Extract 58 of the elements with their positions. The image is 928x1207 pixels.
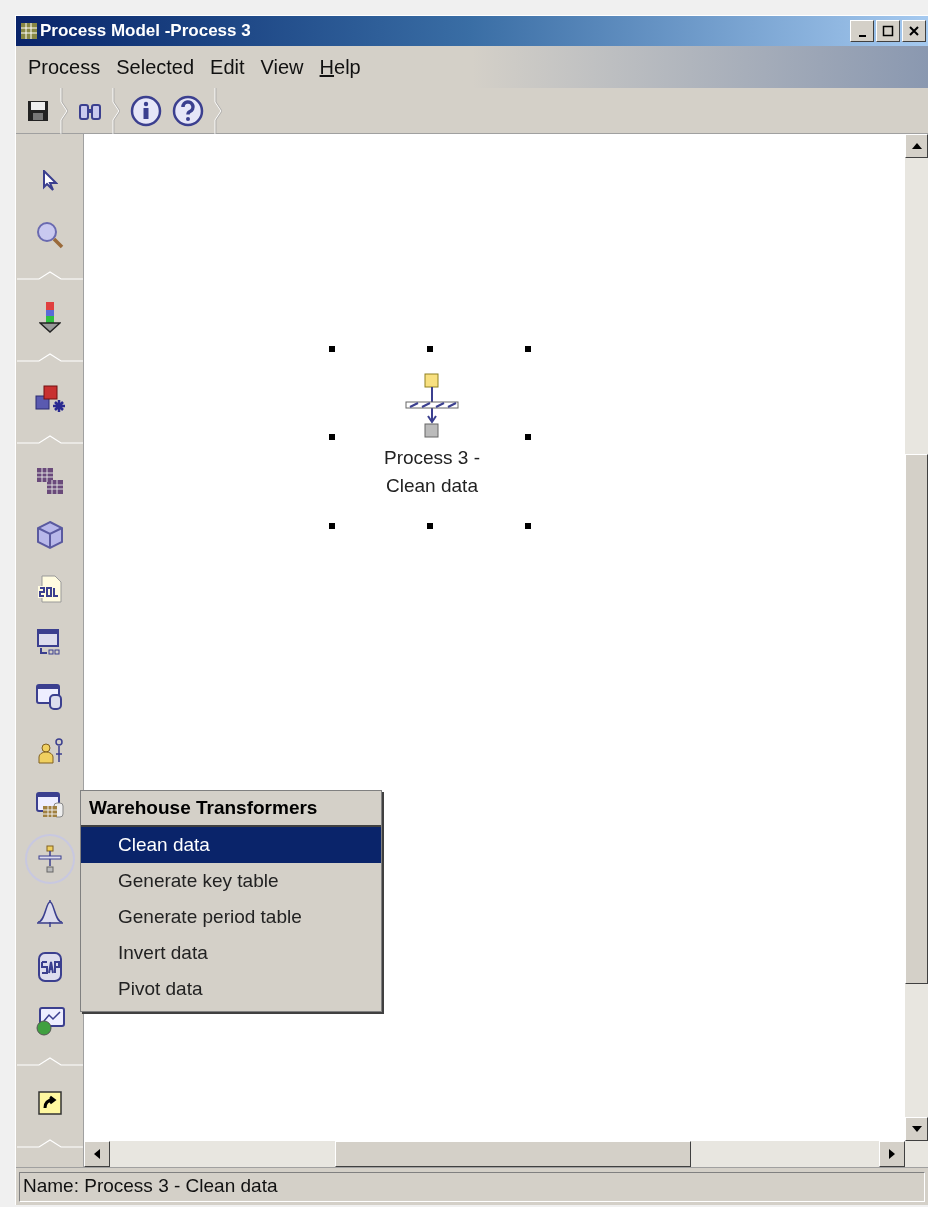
- down-arrow-icon: [911, 1126, 922, 1132]
- popup-menu-item[interactable]: Clean data: [81, 827, 381, 863]
- scroll-up-button[interactable]: [905, 134, 928, 158]
- scroll-thumb[interactable]: [335, 1141, 691, 1167]
- maximize-button[interactable]: [876, 20, 900, 42]
- window-database-icon[interactable]: [34, 682, 65, 712]
- sql-file-icon[interactable]: [36, 574, 63, 604]
- selection-handle[interactable]: [427, 346, 433, 352]
- selection-handle[interactable]: [525, 523, 531, 529]
- selection-handle[interactable]: [525, 346, 531, 352]
- selection-handle[interactable]: [329, 434, 335, 440]
- minimize-icon: [858, 35, 866, 37]
- node-label: Clean data: [386, 474, 478, 498]
- shapes-icon[interactable]: [33, 384, 66, 414]
- scroll-thumb[interactable]: [905, 454, 928, 984]
- menu-item[interactable]: Selected: [108, 52, 203, 82]
- transformer-icon[interactable]: [36, 844, 63, 874]
- down-arrow-icon[interactable]: [38, 301, 61, 333]
- selection-handle[interactable]: [329, 523, 335, 529]
- window-title: Process Model -Process 3: [40, 20, 251, 43]
- popup-menu-item[interactable]: Generate key table: [81, 863, 381, 899]
- sap-database-icon[interactable]: [35, 951, 64, 983]
- popup-menu-item[interactable]: Pivot data: [81, 971, 381, 1007]
- close-button[interactable]: [902, 20, 926, 42]
- close-icon: [908, 25, 920, 37]
- status-bar: Name: Process 3 - Clean data: [19, 1171, 925, 1202]
- menu-item[interactable]: Help: [311, 52, 369, 82]
- popup-menu-item[interactable]: Invert data: [81, 935, 381, 971]
- scroll-right-button[interactable]: [879, 1141, 905, 1167]
- app-icon: [20, 22, 38, 40]
- menu-item[interactable]: Process: [20, 52, 109, 82]
- table-grid-icon[interactable]: [34, 466, 65, 496]
- cube-icon[interactable]: [35, 520, 64, 550]
- transformer-node-icon[interactable]: [404, 372, 460, 440]
- magnifier-icon[interactable]: [35, 221, 64, 249]
- minimize-button[interactable]: [850, 20, 874, 42]
- pointer-icon[interactable]: [41, 170, 58, 192]
- scroll-left-button[interactable]: [84, 1141, 110, 1167]
- node-label: Process 3 -: [383, 446, 481, 470]
- left-arrow-icon: [94, 1149, 100, 1159]
- selection-handle[interactable]: [427, 523, 433, 529]
- menu-item[interactable]: Edit: [202, 52, 253, 82]
- menu-item[interactable]: View: [252, 52, 312, 82]
- window-table-icon[interactable]: [34, 790, 65, 820]
- selection-handle[interactable]: [525, 434, 531, 440]
- help-icon[interactable]: [172, 94, 204, 127]
- horizontal-scrollbar[interactable]: [84, 1141, 928, 1167]
- info-icon[interactable]: [130, 94, 162, 127]
- right-arrow-icon: [889, 1149, 895, 1159]
- popup-menu-item[interactable]: Generate period table: [81, 899, 381, 935]
- up-arrow-icon: [911, 143, 922, 149]
- bell-curve-icon[interactable]: [34, 898, 65, 928]
- scroll-down-button[interactable]: [905, 1117, 928, 1141]
- vertical-scrollbar[interactable]: [905, 134, 928, 1141]
- globe-chart-icon[interactable]: [33, 1005, 66, 1037]
- maximize-icon: [882, 25, 894, 37]
- selection-handle[interactable]: [329, 346, 335, 352]
- shortcut-icon[interactable]: [37, 1091, 62, 1115]
